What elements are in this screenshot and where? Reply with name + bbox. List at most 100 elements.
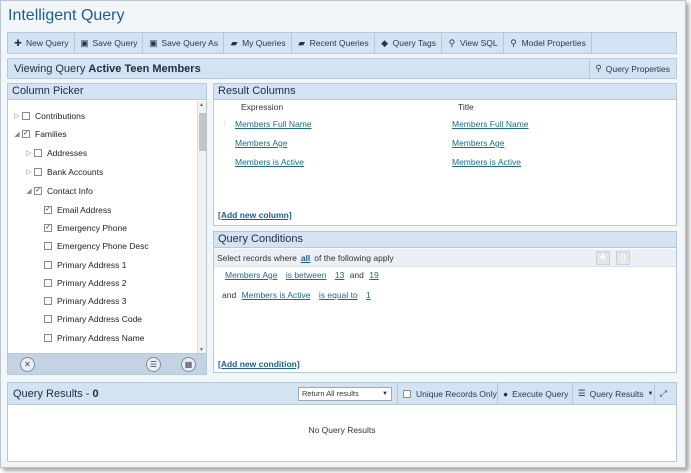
condition-row: Members Age is between 13 and 19 xyxy=(225,270,379,280)
tree-node-contact-info[interactable]: ◢ ✓ Contact Info xyxy=(24,182,93,200)
checkbox[interactable]: ✓ xyxy=(34,187,42,195)
checkbox[interactable]: ✓ xyxy=(44,224,52,232)
expand-arrow-icon[interactable]: ▷ xyxy=(12,112,22,120)
tree-node-families[interactable]: ◢ ✓ Families xyxy=(12,125,66,143)
tree-leaf-primary-address-1[interactable]: Primary Address 1 xyxy=(44,256,126,274)
tree-node-addresses[interactable]: ▷ Addresses xyxy=(24,144,87,162)
checkbox[interactable] xyxy=(34,168,42,176)
checkbox[interactable] xyxy=(44,261,52,269)
checkbox[interactable] xyxy=(44,242,52,250)
title-column-header: Title xyxy=(458,102,474,112)
result-title-link[interactable]: Members Age xyxy=(452,138,504,148)
brackets-icon: {} xyxy=(620,253,626,262)
checkbox[interactable] xyxy=(44,334,52,342)
result-columns-panel: Result Columns Expression Title ⁞ Member… xyxy=(213,83,677,226)
query-results-title: Query Results - 0 xyxy=(13,387,99,400)
list-icon: ☰ xyxy=(578,388,586,398)
add-group-button[interactable]: {} xyxy=(616,251,630,265)
condition-value-link[interactable]: 19 xyxy=(369,270,378,280)
tree-leaf-emergency-phone-desc[interactable]: Emergency Phone Desc xyxy=(44,237,149,255)
return-results-select[interactable]: Return All results ▼ xyxy=(298,387,392,401)
expand-panel-button[interactable]: ⤢ xyxy=(654,383,676,404)
query-tags-button[interactable]: ◆ Query Tags xyxy=(375,33,442,53)
clear-selection-button[interactable]: ✕ xyxy=(20,357,35,372)
tree-leaf-emergency-phone[interactable]: ✓ Emergency Phone xyxy=(44,219,127,237)
save-query-button[interactable]: ▣ Save Query xyxy=(75,33,144,53)
search-icon: ⚲ xyxy=(448,37,456,48)
column-tree-scrollbar[interactable]: ▲ ▼ xyxy=(197,101,206,354)
plus-icon: ✚ xyxy=(599,253,607,262)
expand-arrow-icon[interactable]: ▷ xyxy=(24,168,34,176)
checkbox[interactable] xyxy=(44,315,52,323)
checkbox[interactable]: ✓ xyxy=(22,130,30,138)
tag-icon: ◆ xyxy=(381,37,389,48)
column-tree[interactable]: ▷ Contributions ◢ ✓ Families ▷ Addresses ▷ Ba… xyxy=(8,101,198,354)
app-title: Intelligent Query xyxy=(8,7,125,24)
floppy-icon: ▣ xyxy=(80,37,89,48)
save-query-as-button[interactable]: ▣ Save Query As xyxy=(143,33,225,53)
query-name: Active Teen Members xyxy=(88,62,201,75)
tree-leaf-email-address[interactable]: ✓ Email Address xyxy=(44,201,111,219)
checkbox[interactable] xyxy=(44,297,52,305)
result-title-link[interactable]: Members Full Name xyxy=(452,119,529,129)
floppy-icon: ▣ xyxy=(149,37,158,48)
new-query-button[interactable]: ✚ New Query xyxy=(8,33,75,53)
filter-columns-button[interactable]: ☰ xyxy=(146,357,161,372)
view-sql-button[interactable]: ⚲ View SQL xyxy=(442,33,504,53)
condition-value-link[interactable]: 1 xyxy=(366,290,371,300)
tree-leaf-primary-address-3[interactable]: Primary Address 3 xyxy=(44,292,126,310)
unique-records-checkbox[interactable] xyxy=(403,389,411,398)
plus-icon: ✚ xyxy=(14,37,22,48)
main-toolbar: ✚ New Query ▣ Save Query ▣ Save Query As ▰ M… xyxy=(7,32,677,54)
add-condition-button[interactable]: ✚ xyxy=(596,251,610,265)
column-options-button[interactable]: ▦ xyxy=(181,357,196,372)
query-results-menu-button[interactable]: ☰ Query Results ▼ xyxy=(572,383,654,404)
column-picker-footer: ✕ ☰ ▦ xyxy=(8,353,206,374)
drag-handle-icon[interactable]: ⁞ xyxy=(224,120,226,127)
checkbox[interactable] xyxy=(34,149,42,157)
add-new-condition-link[interactable]: [Add new condition] xyxy=(218,359,300,369)
search-icon: ⚲ xyxy=(595,63,602,73)
grid-icon: ▦ xyxy=(184,360,193,369)
collapse-arrow-icon[interactable]: ◢ xyxy=(24,187,34,195)
condition-operator-link[interactable]: is equal to xyxy=(319,290,358,300)
tree-leaf-primary-address-2[interactable]: Primary Address 2 xyxy=(44,274,126,292)
recent-queries-button[interactable]: ▰ Recent Queries xyxy=(292,33,375,53)
scroll-up-arrow-icon[interactable]: ▲ xyxy=(199,102,204,108)
query-conditions-title: Query Conditions xyxy=(214,232,676,248)
result-expression-link[interactable]: Members Full Name xyxy=(235,119,312,129)
unique-records-toggle[interactable]: Unique Records Only xyxy=(397,383,497,404)
expression-column-header: Expression xyxy=(241,102,284,112)
query-properties-button[interactable]: ⚲ Query Properties xyxy=(588,58,676,79)
condition-operator-link[interactable]: is between xyxy=(286,270,327,280)
result-expression-link[interactable]: Members Age xyxy=(235,138,287,148)
checkbox[interactable] xyxy=(44,279,52,287)
query-results-count: 0 xyxy=(92,387,99,400)
tree-node-contributions[interactable]: ▷ Contributions xyxy=(12,107,85,125)
execute-query-button[interactable]: ● Execute Query xyxy=(497,383,572,404)
close-icon: ✕ xyxy=(24,360,31,369)
tree-leaf-primary-address-code[interactable]: Primary Address Code xyxy=(44,310,142,328)
checkbox[interactable] xyxy=(22,112,30,120)
app-window: Intelligent Query ✚ New Query ▣ Save Query… xyxy=(0,0,686,468)
condition-value-link[interactable]: 13 xyxy=(335,270,344,280)
model-properties-button[interactable]: ⚲ Model Properties xyxy=(504,33,592,53)
checkbox[interactable]: ✓ xyxy=(44,206,52,214)
tree-node-bank-accounts[interactable]: ▷ Bank Accounts xyxy=(24,163,103,181)
caret-down-icon: ▼ xyxy=(647,390,654,397)
viewing-query-label: Viewing Query Active Teen Members xyxy=(14,62,201,75)
tree-leaf-primary-address-name[interactable]: Primary Address Name xyxy=(44,329,144,347)
my-queries-button[interactable]: ▰ My Queries xyxy=(224,33,292,53)
condition-field-link[interactable]: Members is Active xyxy=(242,290,311,300)
result-columns-title: Result Columns xyxy=(214,84,676,100)
search-icon: ⚲ xyxy=(510,37,517,48)
result-title-link[interactable]: Members is Active xyxy=(452,157,521,167)
scrollbar-thumb[interactable] xyxy=(199,113,206,151)
match-mode-link[interactable]: all xyxy=(301,253,310,263)
expand-arrow-icon[interactable]: ▷ xyxy=(24,149,34,157)
result-expression-link[interactable]: Members is Active xyxy=(235,157,304,167)
condition-field-link[interactable]: Members Age xyxy=(225,270,277,280)
add-new-column-link[interactable]: [Add new column] xyxy=(218,210,292,220)
collapse-arrow-icon[interactable]: ◢ xyxy=(12,130,22,138)
condition-joiner: and xyxy=(222,290,237,300)
